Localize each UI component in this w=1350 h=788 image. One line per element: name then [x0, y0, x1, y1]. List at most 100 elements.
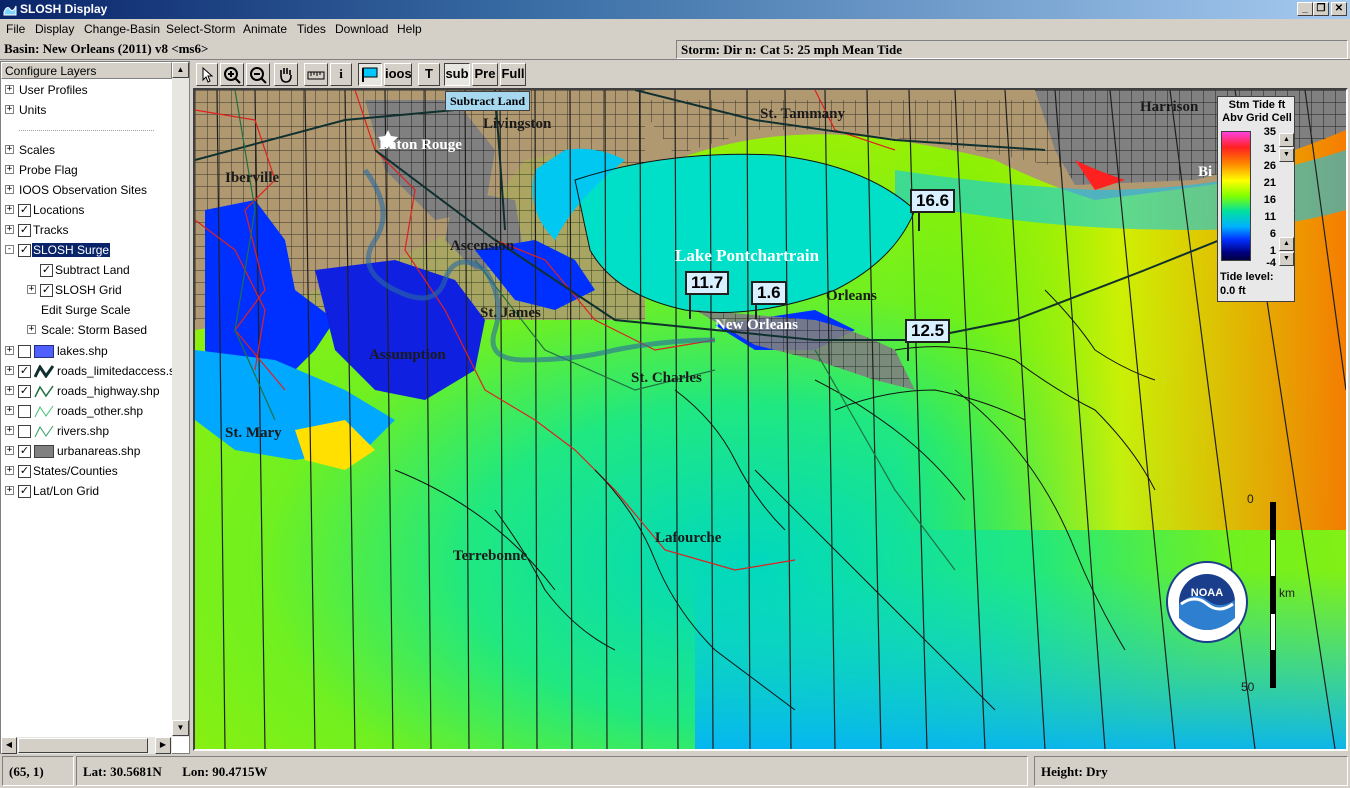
zoom-out-icon — [250, 67, 267, 84]
layer-scales[interactable]: + Scales — [1, 141, 172, 161]
expand-icon[interactable]: + — [5, 486, 14, 495]
locations-checkbox[interactable]: ✓ — [18, 204, 31, 217]
subtract-land-tooltip: Subtract Land — [445, 91, 531, 111]
expand-icon[interactable]: + — [5, 85, 14, 94]
subtract-land-checkbox[interactable]: ✓ — [40, 264, 53, 277]
layer-subtract-land[interactable]: ✓ Subtract Land — [1, 261, 172, 281]
pan-button[interactable] — [274, 63, 298, 86]
layer-tracks[interactable]: + ✓ Tracks — [1, 221, 172, 241]
label-biloxi: Bi — [1198, 164, 1213, 180]
menu-bar: File Display Change-Basin Select-Storm A… — [0, 19, 1350, 39]
expand-icon[interactable]: + — [5, 225, 14, 234]
layer-lat-lon-grid[interactable]: + ✓ Lat/Lon Grid — [1, 482, 172, 502]
expand-icon[interactable]: + — [5, 165, 14, 174]
roads-limitedaccess-checkbox[interactable]: ✓ — [18, 365, 31, 378]
layer-slosh-grid[interactable]: + ✓ SLOSH Grid — [1, 281, 172, 301]
menu-animate[interactable]: Animate — [243, 22, 287, 36]
expand-icon[interactable]: + — [5, 185, 14, 194]
map-view[interactable]: Baton Rouge Iberville Livingston St. Tam… — [193, 88, 1348, 751]
expand-icon[interactable]: + — [5, 406, 14, 415]
pointer-tool-button[interactable] — [196, 63, 218, 86]
tracks-checkbox[interactable]: ✓ — [18, 224, 31, 237]
layer-scale-storm-based[interactable]: + Scale: Storm Based — [1, 321, 172, 341]
layer-ioos-sites[interactable]: + IOOS Observation Sites — [1, 181, 172, 201]
scroll-right-icon[interactable]: ▶ — [155, 737, 171, 754]
restore-button[interactable]: ❐ — [1313, 2, 1329, 16]
probe-flag[interactable]: 1.6 — [751, 281, 787, 305]
expand-icon[interactable]: + — [5, 466, 14, 475]
layer-probe-flag[interactable]: + Probe Flag — [1, 161, 172, 181]
states-counties-checkbox[interactable]: ✓ — [18, 465, 31, 478]
expand-icon[interactable]: + — [27, 285, 36, 294]
expand-icon[interactable]: + — [5, 366, 14, 375]
scroll-down-icon[interactable]: ▼ — [172, 720, 189, 736]
layer-vertical-scrollbar[interactable]: ▲ ▼ — [172, 62, 189, 737]
layer-locations[interactable]: + ✓ Locations — [1, 201, 172, 221]
probe-flag[interactable]: 11.7 — [685, 271, 730, 295]
minimize-button[interactable]: _ — [1297, 2, 1313, 16]
legend-down-top-icon[interactable]: ▼ — [1279, 148, 1294, 162]
menu-tides[interactable]: Tides — [297, 22, 326, 36]
probe-flag-button[interactable] — [358, 63, 382, 86]
legend-down-bottom-icon[interactable]: ▼ — [1279, 252, 1294, 266]
expand-icon[interactable]: + — [5, 145, 14, 154]
slosh-surge-checkbox[interactable]: ✓ — [18, 244, 31, 257]
menu-download[interactable]: Download — [335, 22, 388, 36]
full-button[interactable]: Full — [500, 63, 526, 86]
menu-select-storm[interactable]: Select-Storm — [166, 22, 235, 36]
subtract-land-button[interactable]: sub — [444, 63, 470, 86]
layer-edit-surge-scale[interactable]: Edit Surge Scale — [1, 301, 172, 321]
scroll-up-icon[interactable]: ▲ — [172, 62, 189, 78]
layer-roads-other[interactable]: + roads_other.shp — [1, 402, 172, 422]
slosh-grid-checkbox[interactable]: ✓ — [40, 284, 53, 297]
menu-file[interactable]: File — [6, 22, 25, 36]
label-lafourche: Lafourche — [655, 530, 722, 546]
expand-icon[interactable]: + — [5, 426, 14, 435]
probe-flag[interactable]: 12.5 — [905, 319, 951, 343]
probe-flag[interactable]: 16.6 — [910, 189, 956, 213]
layer-slosh-surge[interactable]: - ✓ SLOSH Surge — [1, 241, 172, 261]
scroll-thumb[interactable] — [18, 738, 148, 753]
layer-roads-highway[interactable]: + ✓ roads_highway.shp — [1, 382, 172, 402]
info-button[interactable]: i — [330, 63, 352, 86]
layer-roads-limitedaccess[interactable]: + ✓ roads_limitedaccess.sh — [1, 362, 182, 382]
expand-icon[interactable]: + — [5, 446, 14, 455]
layer-lakes[interactable]: + lakes.shp — [1, 342, 172, 362]
layer-rivers[interactable]: + rivers.shp — [1, 422, 172, 442]
pre-button[interactable]: Pre — [472, 63, 498, 86]
layer-units[interactable]: + Units — [1, 101, 172, 121]
urbanareas-checkbox[interactable]: ✓ — [18, 445, 31, 458]
legend-up-bottom-icon[interactable]: ▲ — [1279, 237, 1294, 251]
close-button[interactable]: ✕ — [1331, 2, 1347, 16]
expand-icon[interactable]: + — [5, 386, 14, 395]
expand-icon[interactable]: + — [5, 205, 14, 214]
measure-button[interactable] — [304, 63, 328, 86]
menu-display[interactable]: Display — [35, 22, 74, 36]
layer-user-profiles[interactable]: + User Profiles — [1, 81, 172, 101]
ioos-button[interactable]: ioos — [384, 63, 412, 86]
legend-up-top-icon[interactable]: ▲ — [1279, 133, 1294, 147]
svg-text:NOAA: NOAA — [1191, 587, 1223, 599]
menu-change-basin[interactable]: Change-Basin — [84, 22, 160, 36]
lakes-checkbox[interactable] — [18, 345, 31, 358]
noaa-logo-icon: NOAA — [1166, 561, 1248, 643]
expand-icon[interactable]: + — [27, 325, 36, 334]
layer-urbanareas[interactable]: + ✓ urbanareas.shp — [1, 442, 172, 462]
latitude-readout: Lat: 30.5681N — [83, 764, 162, 779]
expand-icon[interactable]: + — [5, 105, 14, 114]
scroll-left-icon[interactable]: ◀ — [1, 737, 17, 754]
window-title: SLOSH Display — [20, 2, 108, 16]
layer-horizontal-scrollbar[interactable]: ◀ ▶ — [1, 737, 172, 754]
expand-icon[interactable]: + — [5, 346, 14, 355]
text-button[interactable]: T — [418, 63, 440, 86]
layer-states-counties[interactable]: + ✓ States/Counties — [1, 462, 172, 482]
surge-map[interactable] — [195, 90, 1346, 749]
roads-other-checkbox[interactable] — [18, 405, 31, 418]
menu-help[interactable]: Help — [397, 22, 422, 36]
collapse-icon[interactable]: - — [5, 245, 14, 254]
zoom-in-button[interactable] — [220, 63, 244, 86]
rivers-checkbox[interactable] — [18, 425, 31, 438]
lat-lon-grid-checkbox[interactable]: ✓ — [18, 485, 31, 498]
zoom-out-button[interactable] — [246, 63, 270, 86]
roads-highway-checkbox[interactable]: ✓ — [18, 385, 31, 398]
